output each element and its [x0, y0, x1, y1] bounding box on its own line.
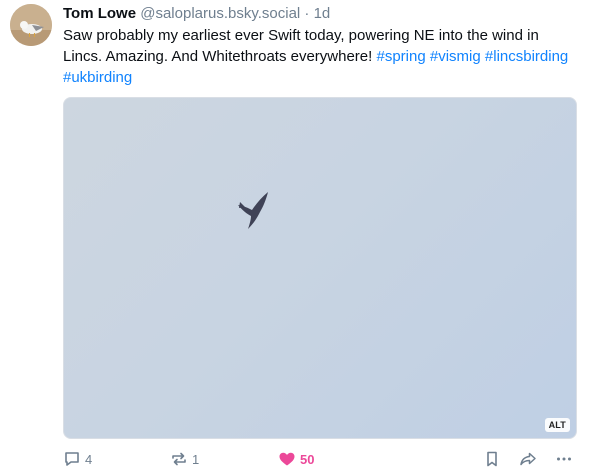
reply-button[interactable]: 4 [63, 450, 92, 468]
post-actions: 4 1 50 [63, 450, 578, 470]
repost-arrows-icon [172, 452, 186, 466]
speech-bubble-icon [65, 452, 79, 466]
hashtag-ukbirding[interactable]: #ukbirding [63, 69, 132, 86]
bookmark-button[interactable] [483, 450, 501, 468]
alt-text-badge[interactable]: ALT [544, 418, 570, 432]
swift-bird-image [238, 192, 268, 229]
repost-count: 1 [192, 451, 200, 467]
post-time[interactable]: 1d [314, 5, 331, 22]
author-name[interactable]: Tom Lowe [63, 5, 136, 22]
post-text: Saw probably my earliest ever Swift toda… [63, 25, 578, 88]
post-header: Tom Lowe @saloplarus.bsky.social · 1d [63, 5, 330, 23]
bookmark-icon [487, 451, 497, 467]
share-arrow-icon [520, 452, 536, 466]
more-horizontal-icon [557, 457, 571, 461]
author-handle[interactable]: @saloplarus.bsky.social [140, 5, 300, 22]
avatar-image [10, 4, 52, 46]
post-card[interactable]: Tom Lowe @saloplarus.bsky.social · 1d Sa… [0, 0, 592, 476]
repost-button[interactable]: 1 [170, 450, 199, 468]
avatar[interactable] [10, 4, 52, 46]
like-button[interactable]: 50 [278, 450, 314, 468]
separator-dot: · [304, 5, 310, 22]
hashtag-vismig[interactable]: #vismig [430, 48, 481, 65]
more-options-button[interactable] [555, 450, 573, 468]
like-count: 50 [300, 451, 315, 467]
share-button[interactable] [519, 450, 537, 468]
post-image[interactable]: ALT [63, 97, 577, 439]
heart-icon [279, 452, 295, 466]
reply-count: 4 [85, 451, 93, 467]
hashtag-spring[interactable]: #spring [376, 48, 425, 65]
hashtag-lincsbirding[interactable]: #lincsbirding [485, 48, 568, 65]
